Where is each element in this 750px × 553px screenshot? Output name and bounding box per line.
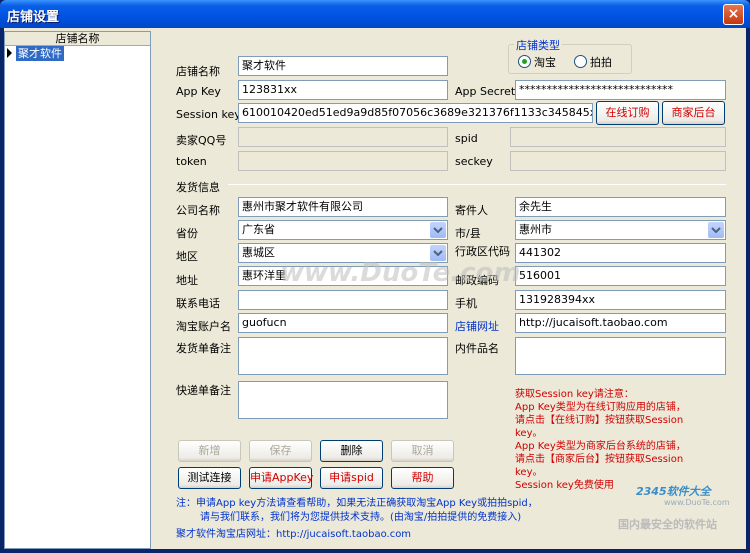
settings-form: 店铺类型 淘宝 拍拍 店铺名称 聚才软件 App Key 123831xx Ap… — [156, 31, 746, 549]
session-key-input[interactable]: 610010420ed51ed9a9d85f07056c3689e321376f… — [238, 103, 593, 123]
district-code-label: 行政区代码 — [455, 245, 510, 258]
notice-line: 请点击【在线订购】按钮获取Session — [515, 415, 684, 426]
shop-url-footer[interactable]: 聚才软件淘宝店网址：http://jucaisoft.taobao.com — [176, 528, 411, 542]
window-title: 店铺设置 — [7, 10, 60, 25]
add-button[interactable]: 新增 — [178, 440, 241, 462]
item-name-textarea[interactable] — [515, 337, 726, 375]
notice-line: App Key类型为在线订购应用的店铺， — [515, 402, 686, 413]
token-input — [238, 151, 448, 171]
item-name-label: 内件品名 — [455, 342, 499, 355]
title-bar — [0, 0, 750, 28]
test-connect-button[interactable]: 测试连接 — [178, 467, 241, 489]
shop-name-input[interactable]: 聚才软件 — [238, 56, 448, 76]
session-key-label: Session key — [176, 108, 241, 121]
apply-spid-button[interactable]: 申请spid — [320, 467, 383, 489]
company-input[interactable]: 惠州市聚才软件有限公司 — [238, 197, 448, 217]
online-order-button[interactable]: 在线订购 — [596, 101, 659, 125]
ship-note-label: 发货单备注 — [176, 342, 231, 355]
watermark-brand: 2345软件大全 — [636, 485, 711, 498]
city-value: 惠州市 — [519, 223, 552, 236]
express-note-label: 快递单备注 — [176, 384, 231, 397]
city-select[interactable]: 惠州市 — [515, 220, 726, 240]
shop-url-link[interactable]: 店铺网址 — [455, 318, 499, 334]
close-icon: × — [727, 6, 740, 22]
city-label: 市/县 — [455, 227, 481, 240]
postcode-input[interactable]: 516001 — [515, 266, 726, 286]
close-button[interactable]: × — [723, 4, 744, 25]
notice-line: 获取Session key请注意： — [515, 389, 634, 400]
seller-qq-label: 卖家QQ号 — [176, 134, 227, 147]
radio-taobao[interactable] — [518, 55, 531, 68]
radio-paipai-label: 拍拍 — [590, 56, 612, 69]
province-select[interactable]: 广东省 — [238, 220, 448, 240]
apply-appkey-button[interactable]: 申请AppKey — [249, 467, 313, 489]
app-key-label: App Key — [176, 85, 221, 98]
province-value: 广东省 — [242, 223, 275, 236]
province-label: 省份 — [176, 227, 198, 240]
app-secret-label: App Secret — [455, 85, 516, 98]
shop-type-label: 店铺类型 — [514, 37, 562, 53]
sender-label: 寄件人 — [455, 204, 488, 217]
notice-line: App Key类型为商家后台系统的店铺， — [515, 441, 686, 452]
district-code-input[interactable]: 441302 — [515, 243, 726, 263]
spid-input — [510, 127, 726, 147]
list-item[interactable]: 聚才软件 — [5, 46, 150, 61]
shop-url-input[interactable]: http://jucaisoft.taobao.com — [515, 313, 726, 333]
sender-input[interactable]: 余先生 — [515, 197, 726, 217]
seckey-label: seckey — [455, 155, 493, 168]
mobile-input[interactable]: 131928394xx — [515, 290, 726, 310]
taobao-account-label: 淘宝账户名 — [176, 320, 231, 333]
company-label: 公司名称 — [176, 204, 220, 217]
radio-selected-dot — [522, 59, 527, 64]
notice-line: key。 — [515, 428, 543, 439]
watermark-url: www.DuoTe.com — [664, 498, 730, 507]
list-item-label: 聚才软件 — [16, 46, 64, 61]
help-note-line-2: 请与我们联系，我们将为您提供技术支持。(由淘宝/拍拍提供的免费接入) — [200, 512, 522, 523]
seckey-input — [510, 151, 726, 171]
session-key-notice: 获取Session key请注意： App Key类型为在线订购应用的店铺， 请… — [515, 388, 715, 492]
notice-line: 请点击【商家后台】按钮获取Session — [515, 454, 684, 465]
address-label: 地址 — [176, 274, 198, 287]
section-divider — [228, 184, 726, 185]
cancel-button[interactable]: 取消 — [391, 440, 454, 462]
spid-label: spid — [455, 132, 478, 145]
chevron-down-icon[interactable] — [708, 222, 724, 238]
mobile-label: 手机 — [455, 297, 477, 310]
ship-note-textarea[interactable] — [238, 337, 448, 375]
shop-list[interactable]: 店铺名称 聚才软件 — [4, 31, 151, 549]
watermark: www.DuoTe.com — [280, 258, 521, 288]
app-key-input[interactable]: 123831xx — [238, 80, 448, 100]
express-note-textarea[interactable] — [238, 381, 448, 419]
radio-paipai[interactable] — [574, 55, 587, 68]
delete-button[interactable]: 删除 — [320, 440, 383, 462]
merchant-backend-button[interactable]: 商家后台 — [662, 101, 725, 125]
watermark-slogan: 国内最安全的软件站 — [618, 518, 717, 531]
radio-taobao-label: 淘宝 — [534, 56, 556, 69]
save-button[interactable]: 保存 — [249, 440, 312, 462]
seller-qq-input — [238, 127, 448, 147]
district-label: 地区 — [176, 250, 198, 263]
district-value: 惠城区 — [242, 246, 275, 259]
shop-list-header: 店铺名称 — [5, 32, 150, 46]
taobao-account-input[interactable]: guofucn — [238, 313, 448, 333]
row-pointer-icon — [7, 48, 12, 58]
help-button[interactable]: 帮助 — [391, 467, 454, 489]
phone-label: 联系电话 — [176, 297, 220, 310]
shipping-section-label: 发货信息 — [176, 181, 220, 194]
chevron-down-icon[interactable] — [430, 222, 446, 238]
notice-line: key。 — [515, 467, 543, 478]
help-note-line-1: 注：申请App key方法请查看帮助，如果无法正确获取淘宝App Key或拍拍s… — [176, 498, 538, 509]
shop-name-label: 店铺名称 — [176, 65, 220, 78]
token-label: token — [176, 155, 207, 168]
phone-input[interactable] — [238, 290, 448, 310]
app-secret-input[interactable]: **************************** — [515, 80, 726, 100]
